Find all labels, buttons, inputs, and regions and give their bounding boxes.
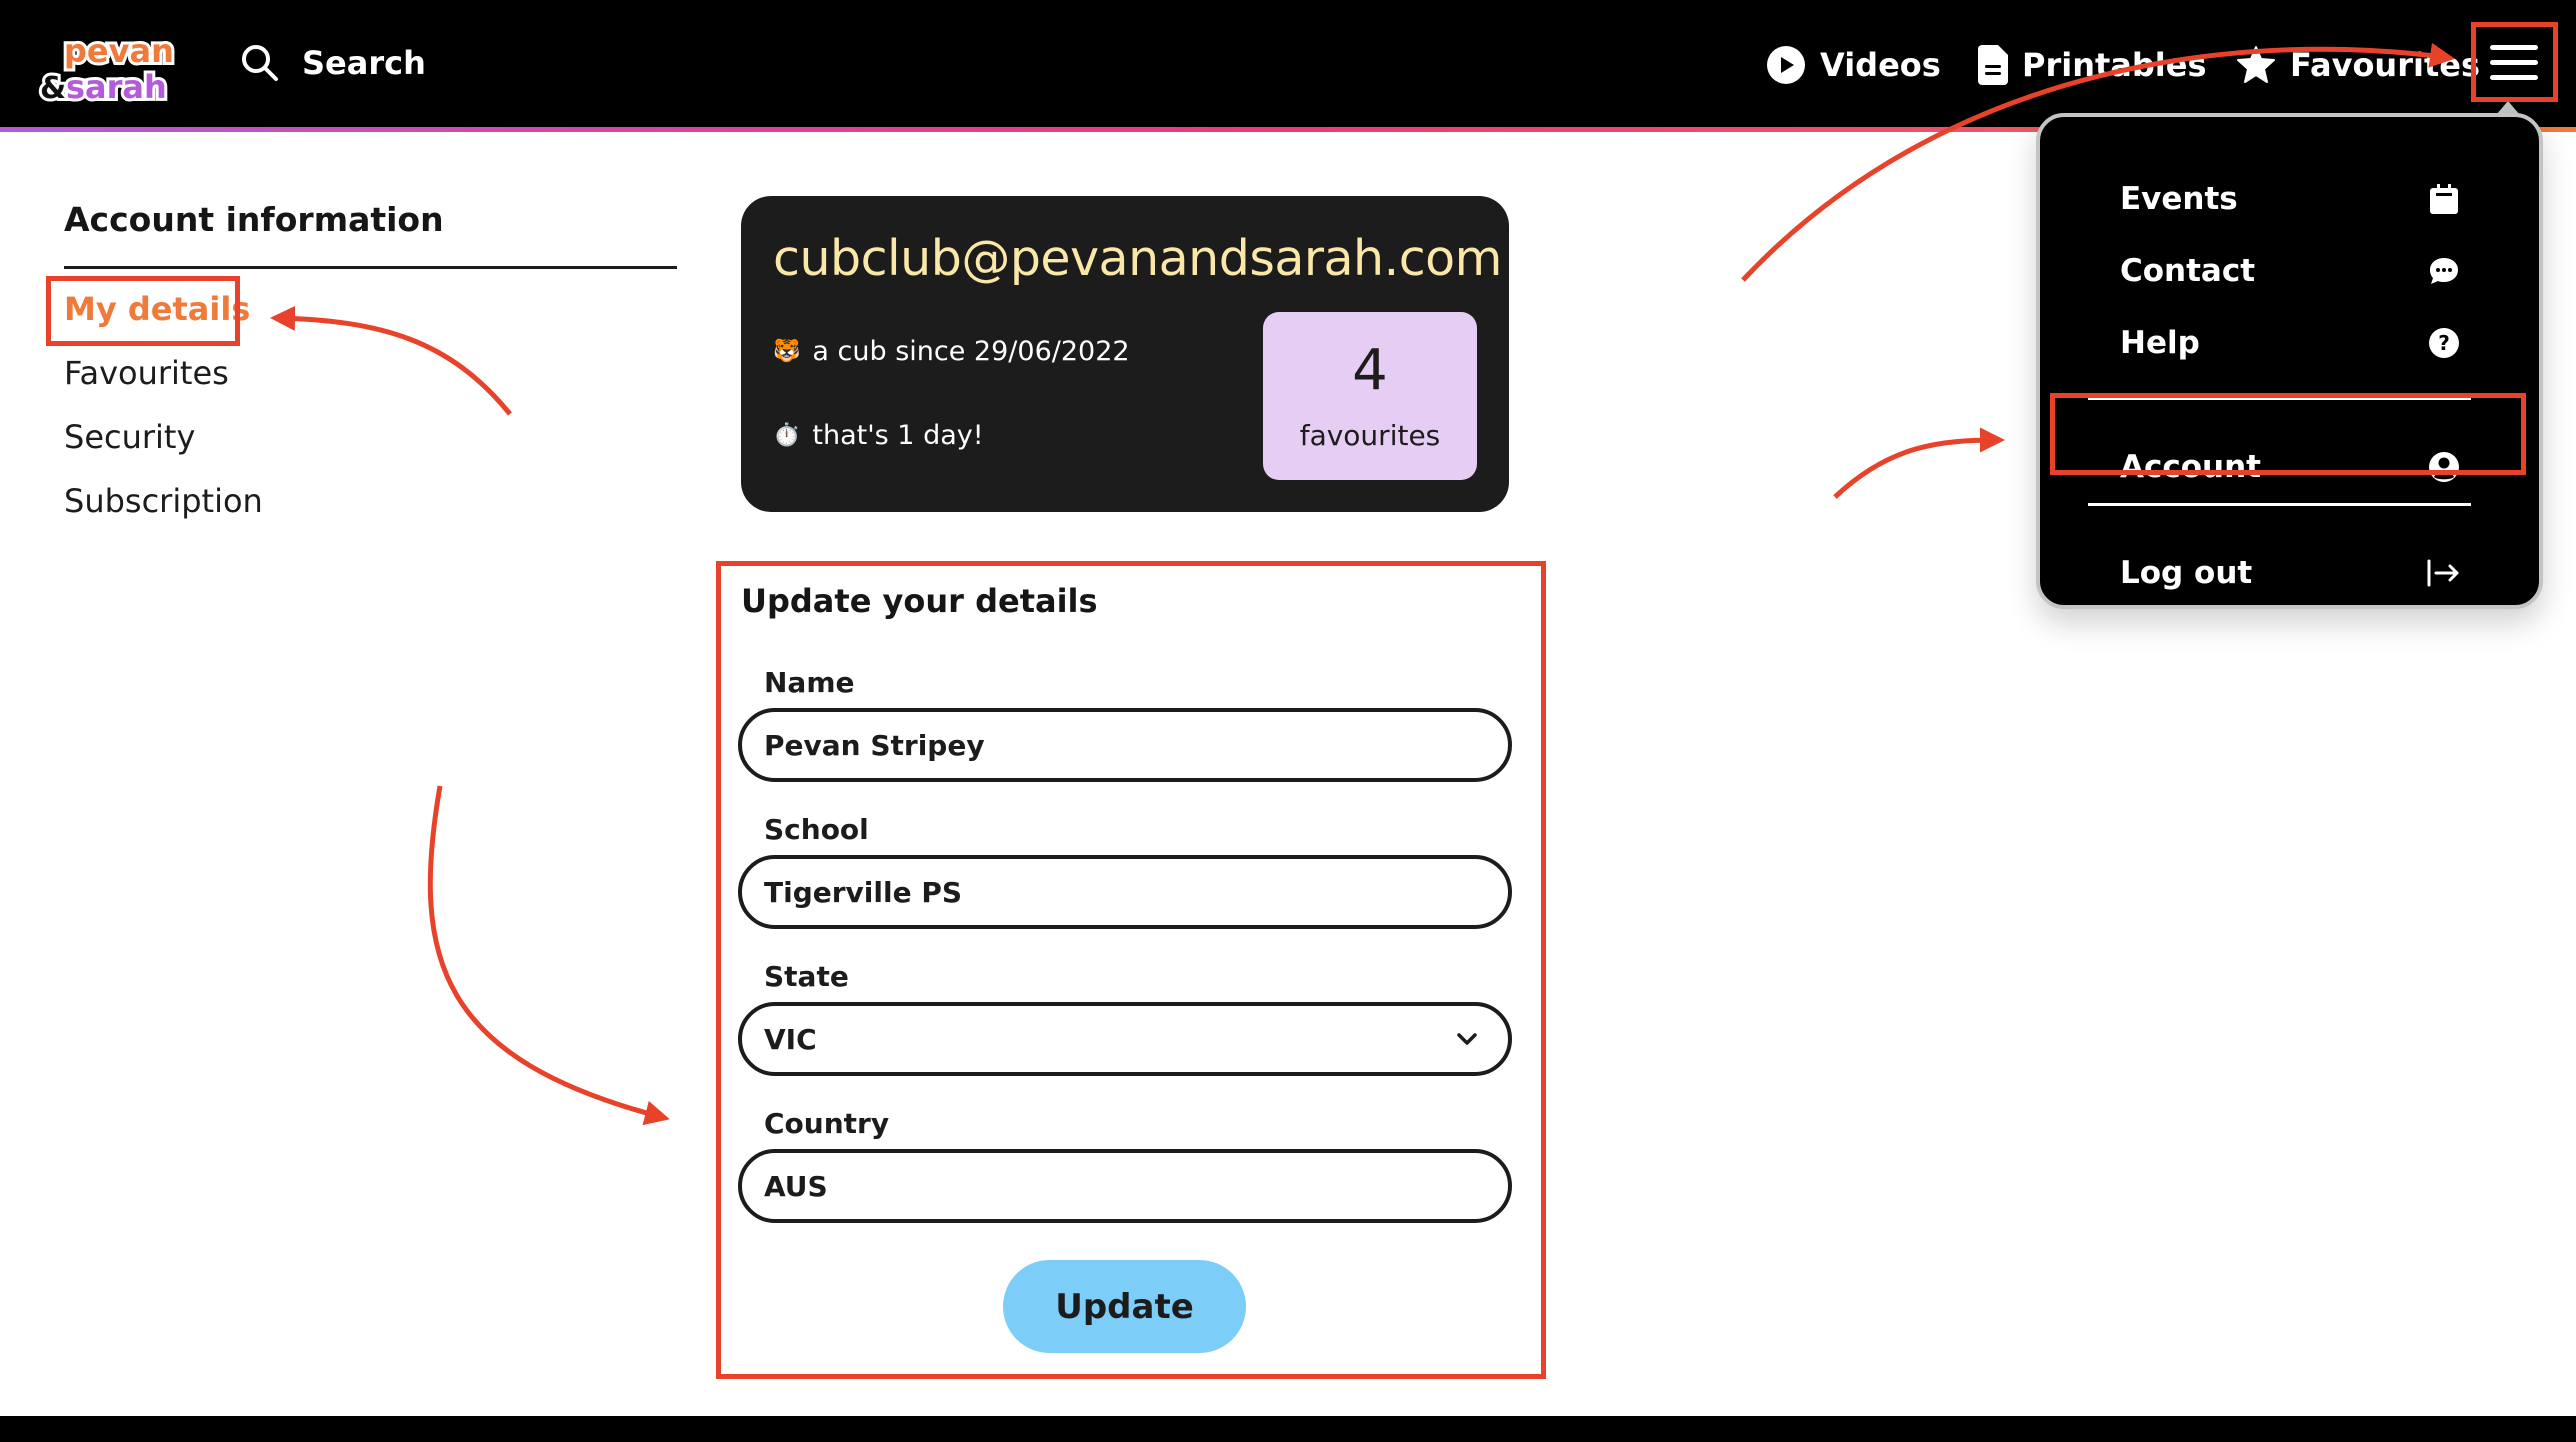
page: pevan & sarah Search Videos Printables F… xyxy=(0,0,2576,1442)
account-dropdown-menu: Events Contact Help ? Account Log out xyxy=(2036,113,2543,609)
sidebar-title: Account information xyxy=(64,200,444,239)
logo-word-sarah: sarah xyxy=(66,68,167,104)
search-label: Search xyxy=(302,44,426,82)
update-button[interactable]: Update xyxy=(1003,1260,1246,1353)
menu-item-help-label: Help xyxy=(2120,325,2200,361)
menu-toggle-button[interactable] xyxy=(2486,38,2542,88)
menu-item-account-label: Account xyxy=(2120,449,2261,485)
stopwatch-emoji-icon: ⏱️ xyxy=(773,423,801,448)
question-circle-icon: ? xyxy=(2429,328,2459,358)
menu-item-account[interactable]: Account xyxy=(2120,439,2460,495)
logo-word-pevan: pevan xyxy=(64,32,174,70)
logout-arrow-icon xyxy=(2427,559,2459,587)
hamburger-icon-line xyxy=(2490,60,2538,65)
name-label: Name xyxy=(764,666,855,699)
menu-item-contact[interactable]: Contact xyxy=(2120,243,2460,299)
arrow-to-account xyxy=(1833,427,2005,499)
state-label: State xyxy=(764,960,849,993)
menu-item-log-out[interactable]: Log out xyxy=(2120,545,2460,601)
top-nav-bar: pevan & sarah Search Videos Printables F… xyxy=(0,0,2576,128)
favourites-count-tile[interactable]: 4 favourites xyxy=(1263,312,1477,480)
menu-divider xyxy=(2088,397,2471,400)
nav-favourites[interactable]: Favourites xyxy=(2236,38,2480,92)
tiger-emoji-icon: 🐯 xyxy=(773,339,801,364)
hamburger-icon-line xyxy=(2490,75,2538,80)
user-circle-icon xyxy=(2429,452,2459,482)
nav-printables[interactable]: Printables xyxy=(1978,38,2207,92)
menu-item-log-out-label: Log out xyxy=(2120,555,2253,591)
nav-printables-label: Printables xyxy=(2022,46,2207,84)
logo-ampersand: & xyxy=(40,71,66,104)
sidebar-divider xyxy=(64,266,677,269)
document-icon xyxy=(1978,45,2008,85)
menu-item-events-label: Events xyxy=(2120,181,2238,217)
account-email: cubclub@pevanandsarah.com xyxy=(773,230,1502,287)
footer-bar xyxy=(0,1416,2576,1442)
membership-duration-text: that's 1 day! xyxy=(812,420,984,451)
school-input[interactable]: Tigerville PS xyxy=(738,855,1512,929)
name-input-value: Pevan Stripey xyxy=(764,728,985,762)
calendar-icon xyxy=(2430,184,2458,214)
nav-videos-label: Videos xyxy=(1820,46,1941,84)
favourites-count: 4 xyxy=(1352,337,1388,403)
nav-videos[interactable]: Videos xyxy=(1766,38,1941,92)
name-input[interactable]: Pevan Stripey xyxy=(738,708,1512,782)
arrow-to-my-details xyxy=(270,305,512,416)
search-button[interactable]: Search xyxy=(240,38,426,88)
country-input-value: AUS xyxy=(764,1169,828,1203)
form-title: Update your details xyxy=(741,582,1098,620)
nav-favourites-label: Favourites xyxy=(2290,46,2480,84)
menu-item-contact-label: Contact xyxy=(2120,253,2256,289)
play-circle-icon xyxy=(1767,46,1805,84)
pevan-and-sarah-logo[interactable]: pevan & sarah xyxy=(38,28,186,104)
school-label: School xyxy=(764,813,869,846)
school-input-value: Tigerville PS xyxy=(764,875,963,909)
favourites-count-label: favourites xyxy=(1299,419,1441,453)
search-icon xyxy=(242,45,278,81)
country-input[interactable]: AUS xyxy=(738,1149,1512,1223)
membership-duration-row: ⏱️ that's 1 day! xyxy=(773,420,984,451)
member-since-text: a cub since 29/06/2022 xyxy=(812,336,1130,367)
state-select-value: VIC xyxy=(764,1022,817,1056)
hamburger-icon-line xyxy=(2490,45,2538,50)
country-label: Country xyxy=(764,1107,890,1140)
state-select[interactable]: VIC xyxy=(738,1002,1512,1076)
menu-item-events[interactable]: Events xyxy=(2120,171,2460,227)
star-icon xyxy=(2237,46,2275,83)
member-since-row: 🐯 a cub since 29/06/2022 xyxy=(773,336,1130,367)
svg-text:?: ? xyxy=(2438,331,2450,355)
chat-bubble-icon xyxy=(2430,258,2458,284)
menu-item-help[interactable]: Help ? xyxy=(2120,315,2460,371)
arrow-to-form xyxy=(427,785,670,1126)
sidebar-item-favourites[interactable]: Favourites xyxy=(64,354,229,392)
chevron-down-icon xyxy=(1457,1033,1477,1045)
sidebar-item-subscription[interactable]: Subscription xyxy=(64,482,263,520)
menu-divider xyxy=(2088,503,2471,506)
sidebar-item-security[interactable]: Security xyxy=(64,418,195,456)
sidebar-item-my-details[interactable]: My details xyxy=(64,290,250,328)
profile-summary-card: cubclub@pevanandsarah.com 🐯 a cub since … xyxy=(741,196,1509,512)
